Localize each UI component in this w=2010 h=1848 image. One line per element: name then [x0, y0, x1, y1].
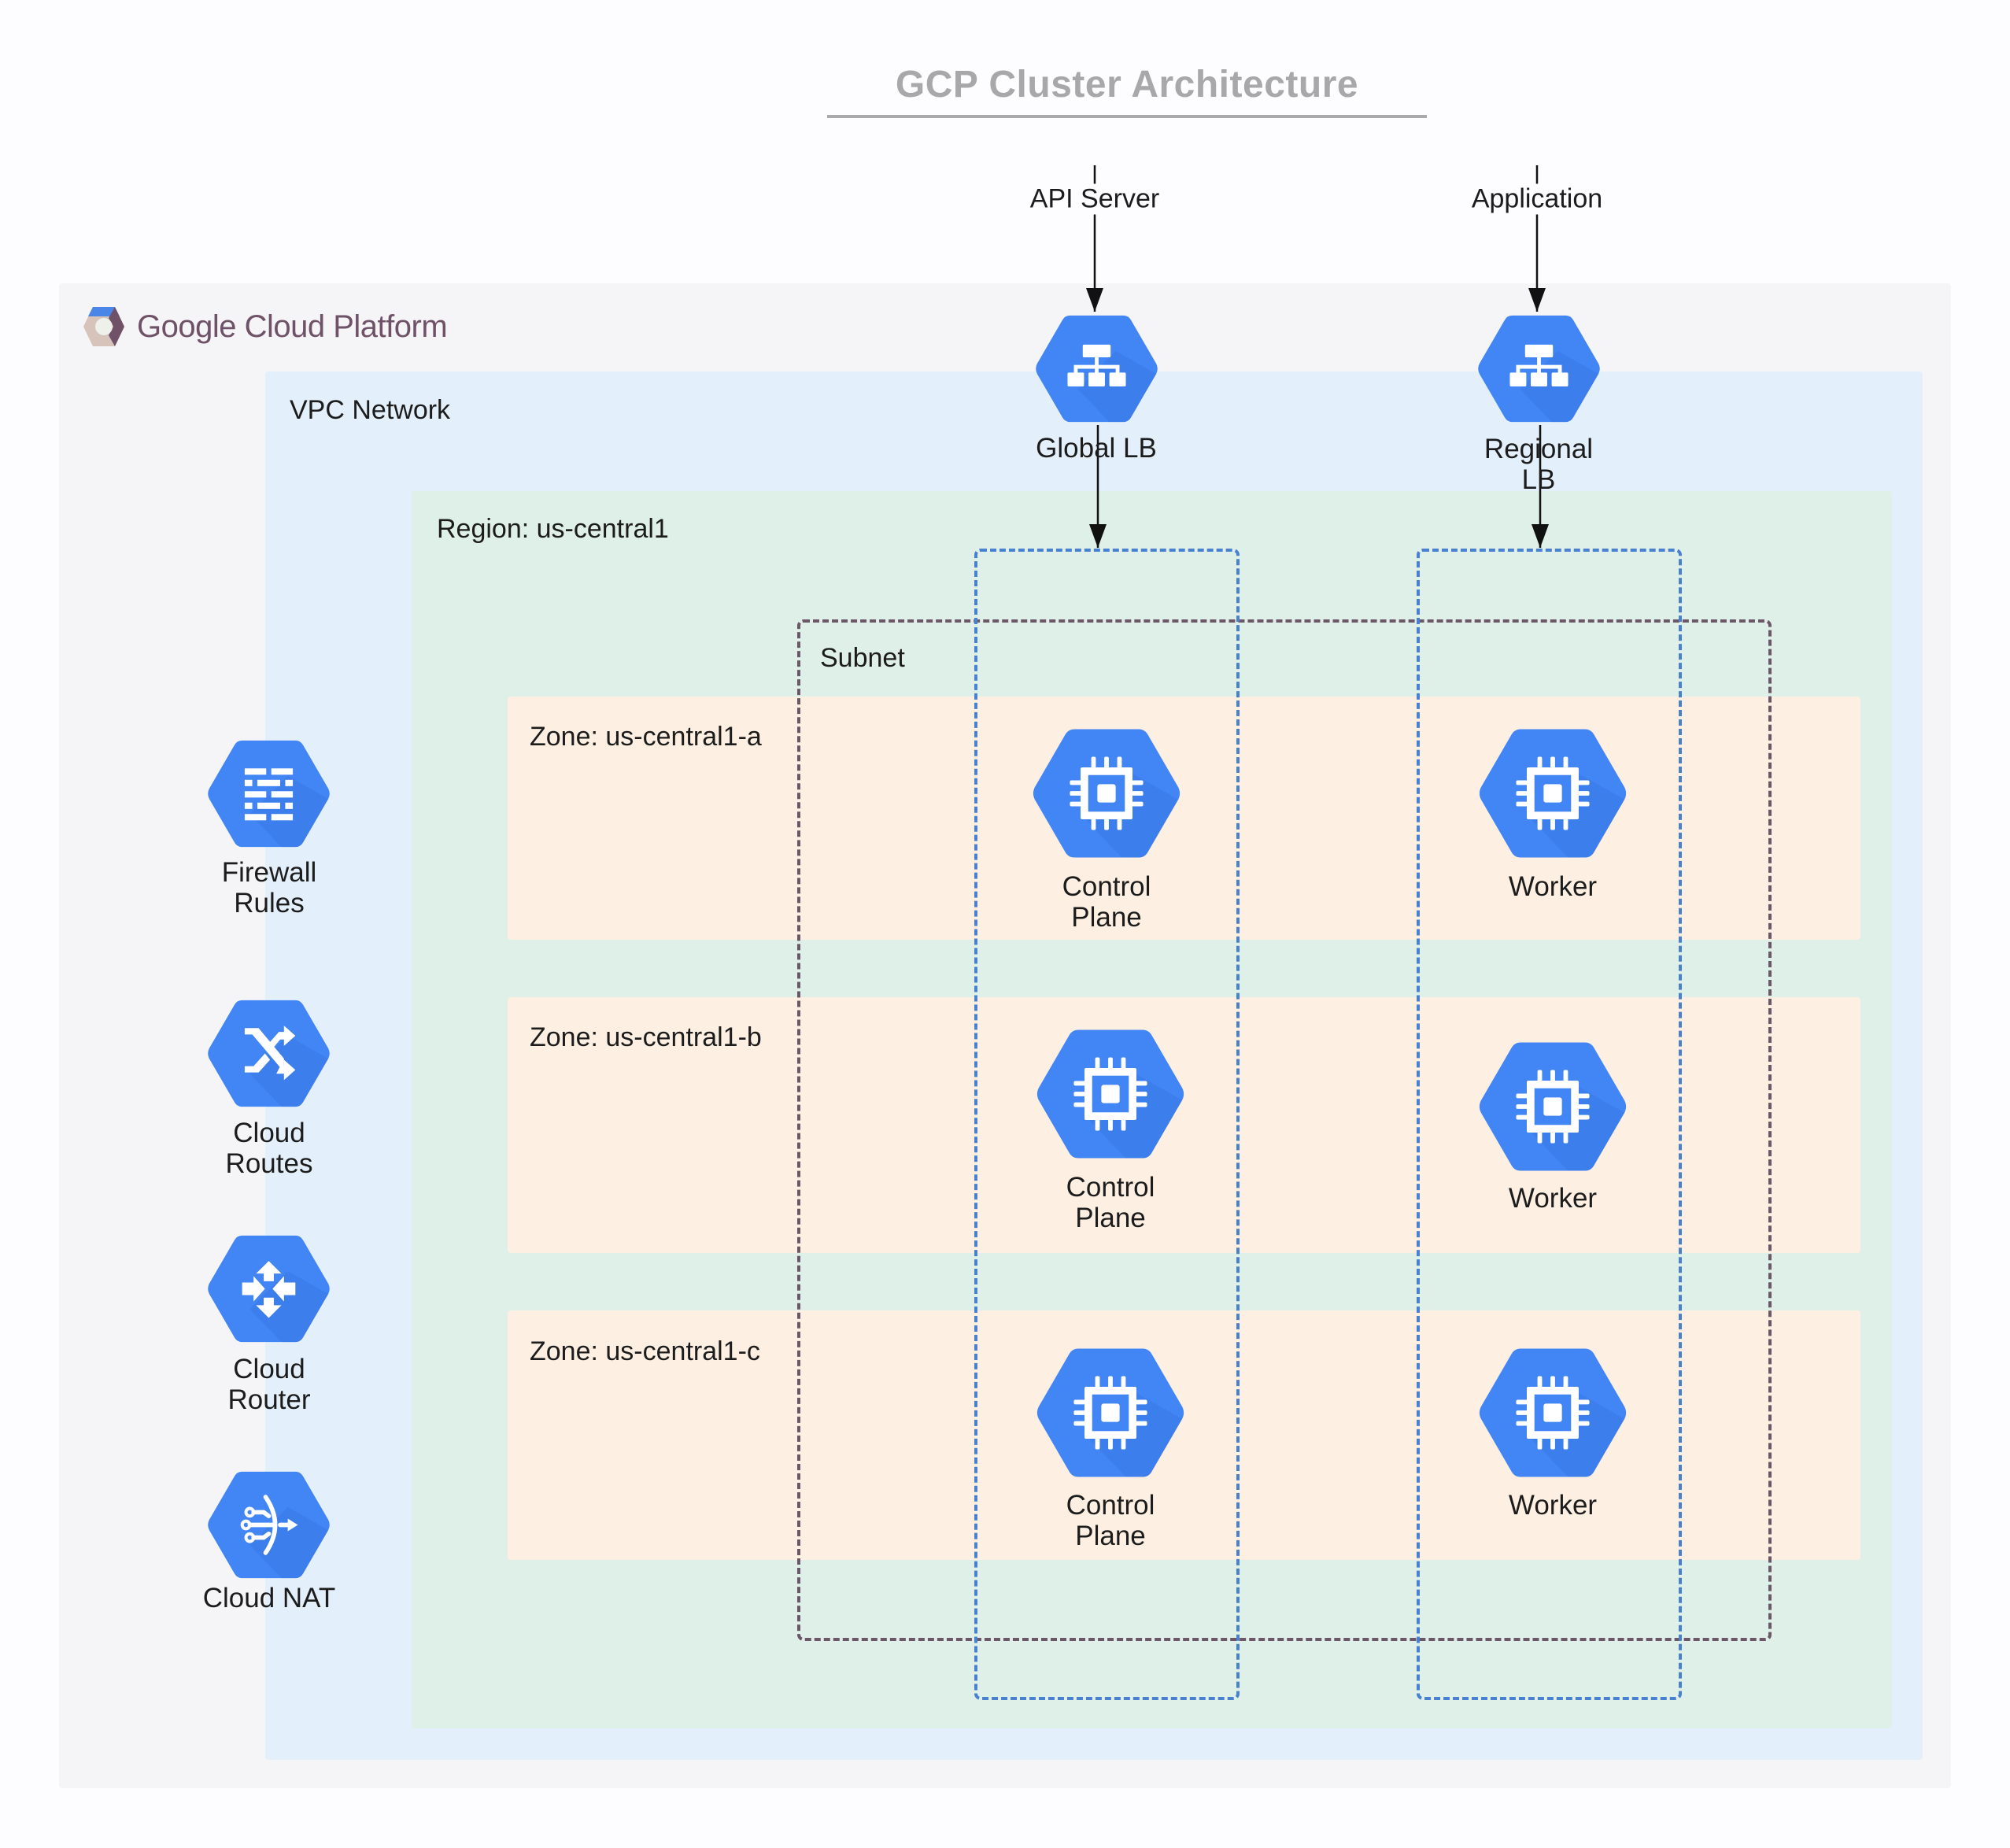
routes-icon [205, 997, 332, 1110]
title-underline [827, 115, 1427, 118]
cloud-routes-node[interactable] [205, 997, 332, 1110]
control-plane-label-line1: Control [1066, 1172, 1155, 1203]
firewall-rules-label-line1: Firewall [221, 857, 317, 888]
control-plane-label-line2: Plane [1075, 1521, 1146, 1551]
zone-b-label: Zone: us-central1-b [530, 1022, 762, 1052]
firewall-rules-label-line2: Rules [234, 888, 305, 918]
firewall-rules-node[interactable] [205, 737, 332, 850]
cloud-routes-label-line2: Routes [225, 1148, 313, 1179]
vpc-network-label: VPC Network [290, 395, 451, 425]
worker-node-a[interactable] [1476, 726, 1629, 861]
zone-c-label: Zone: us-central1-c [530, 1336, 760, 1366]
control-plane-label-a: Control Plane [1062, 871, 1151, 933]
compute-engine-icon [1476, 726, 1629, 861]
cloud-routes-label: Cloud Routes [226, 1118, 313, 1179]
global-lb-label: Global LB [1036, 433, 1157, 464]
cloud-router-label-line1: Cloud [233, 1354, 305, 1384]
worker-node-c[interactable] [1476, 1345, 1629, 1480]
compute-engine-icon [1476, 1039, 1629, 1174]
regional-lb-label: Regional LB [1484, 434, 1593, 495]
cloud-nat-node[interactable] [205, 1469, 332, 1581]
compute-engine-icon [1034, 1345, 1187, 1480]
diagram-title: GCP Cluster Architecture [895, 64, 1359, 105]
region-label: Region: us-central1 [437, 514, 669, 544]
firewall-icon [205, 737, 332, 850]
api-server-label: API Server [1026, 183, 1163, 215]
compute-engine-icon [1034, 1026, 1187, 1162]
worker-label-c: Worker [1508, 1490, 1598, 1521]
regional-lb-label-line1: Regional [1483, 434, 1594, 464]
worker-label-b: Worker [1508, 1183, 1598, 1214]
control-plane-label-line1: Control [1062, 871, 1151, 902]
control-plane-label-line1: Control [1066, 1490, 1155, 1521]
control-plane-label-b: Control Plane [1066, 1172, 1155, 1233]
load-balancer-icon [1033, 312, 1160, 425]
control-plane-node-a[interactable] [1030, 726, 1183, 861]
regional-lb-label-line2: LB [1521, 464, 1556, 495]
gcp-logo-text: Google Cloud Platform [137, 309, 448, 344]
router-icon [205, 1233, 332, 1345]
control-plane-label-line2: Plane [1075, 1203, 1146, 1233]
application-label: Application [1468, 183, 1606, 215]
subnet-label: Subnet [820, 643, 905, 673]
regional-lb-node[interactable] [1476, 312, 1602, 425]
zone-a-label: Zone: us-central1-a [530, 722, 762, 752]
compute-engine-icon [1030, 726, 1183, 861]
gcp-hex-logo-icon [83, 307, 124, 346]
control-plane-label-line2: Plane [1071, 902, 1142, 933]
gcp-logo: Google Cloud Platform [82, 305, 448, 348]
global-lb-node[interactable] [1033, 312, 1160, 425]
control-plane-node-c[interactable] [1034, 1345, 1187, 1480]
control-plane-label-c: Control Plane [1066, 1490, 1155, 1551]
nat-icon [205, 1469, 332, 1581]
cloud-routes-label-line1: Cloud [233, 1118, 305, 1148]
cloud-router-node[interactable] [205, 1233, 332, 1345]
cloud-router-label-line2: Router [227, 1384, 311, 1415]
cloud-nat-label: Cloud NAT [202, 1583, 336, 1613]
firewall-rules-label: Firewall Rules [222, 857, 317, 918]
control-plane-node-b[interactable] [1034, 1026, 1187, 1162]
worker-node-b[interactable] [1476, 1039, 1629, 1174]
load-balancer-icon [1476, 312, 1602, 425]
worker-label-a: Worker [1508, 871, 1598, 902]
compute-engine-icon [1476, 1345, 1629, 1480]
cloud-router-label: Cloud Router [227, 1354, 310, 1415]
